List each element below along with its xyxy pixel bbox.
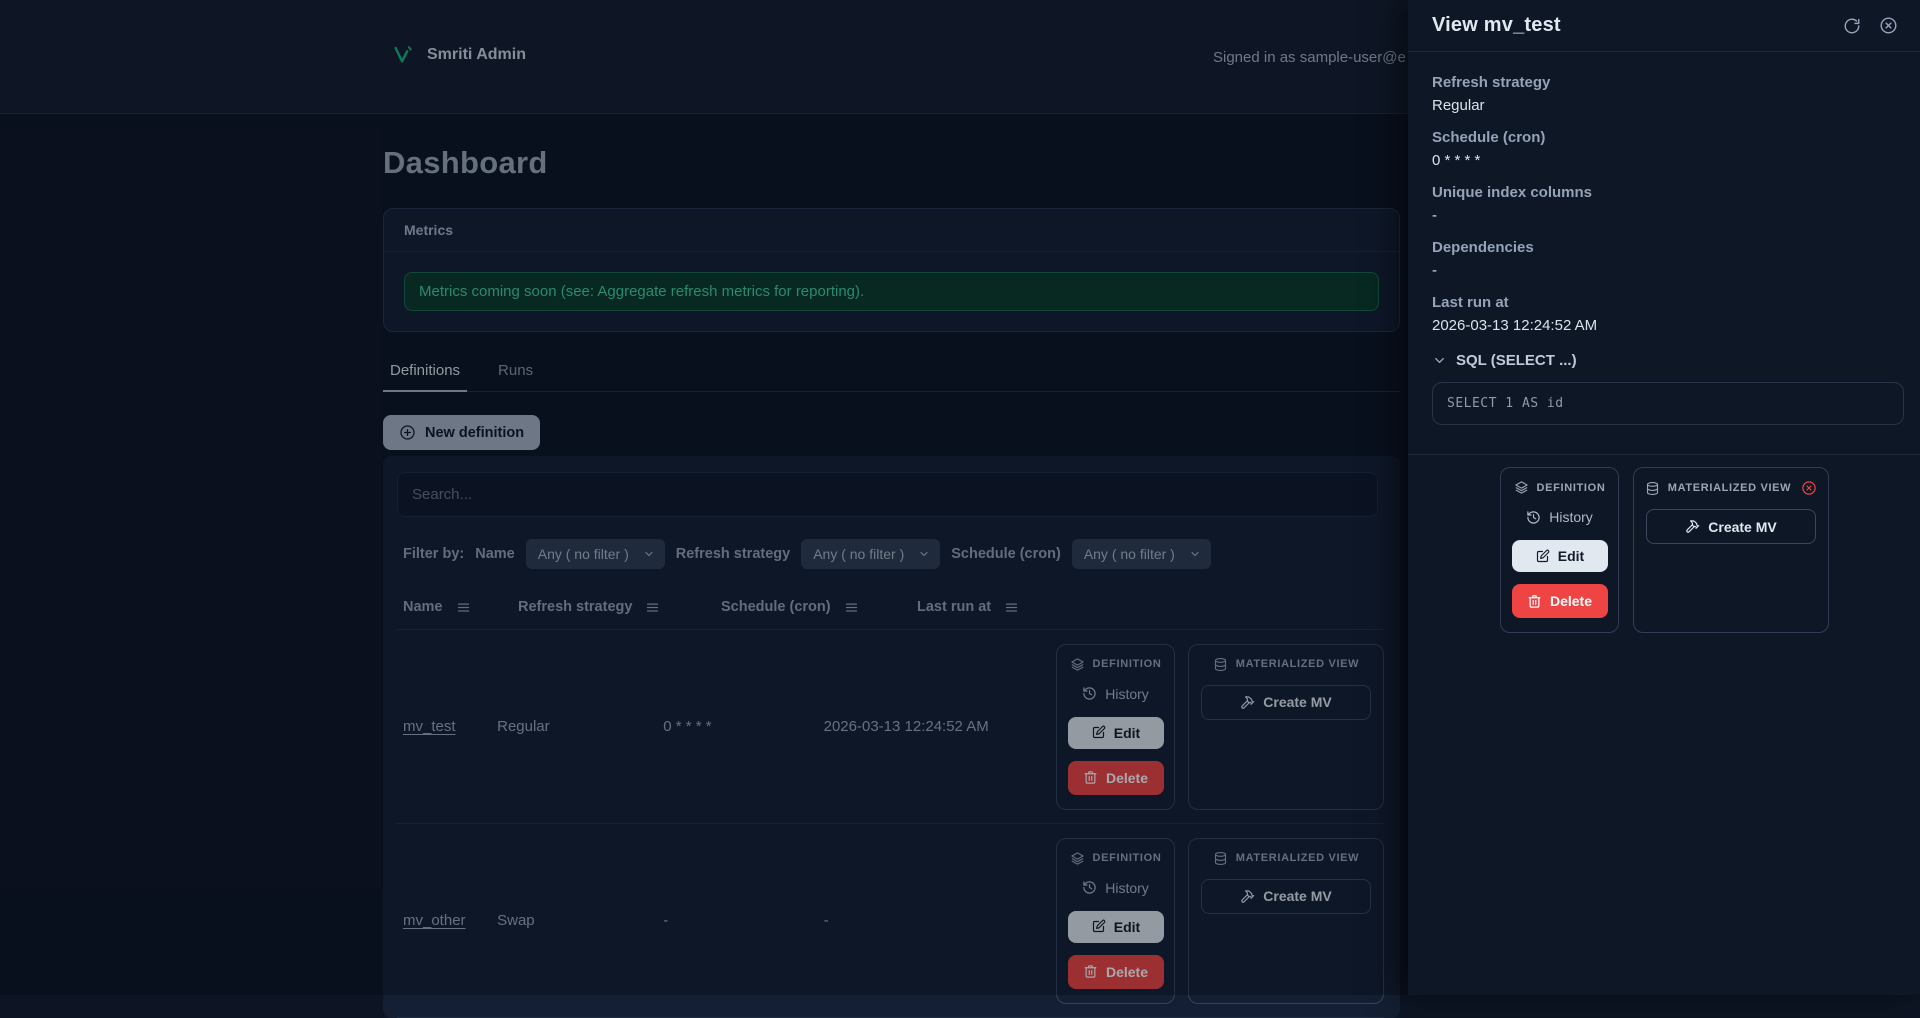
edit-icon — [1535, 549, 1550, 564]
chevron-down-icon — [1432, 353, 1447, 368]
close-icon — [1879, 16, 1898, 35]
trash-icon — [1527, 594, 1542, 609]
field-label-schedule: Schedule (cron) — [1432, 129, 1904, 146]
sql-code-box: SELECT 1 AS id — [1432, 382, 1904, 425]
sql-section-title: SQL (SELECT ...) — [1456, 352, 1577, 369]
field-value-last-run-at: 2026-03-13 12:24:52 AM — [1432, 317, 1904, 334]
close-drawer-button[interactable] — [1879, 16, 1898, 35]
history-label: History — [1549, 509, 1593, 525]
edit-button[interactable]: Edit — [1512, 540, 1608, 572]
materialized-view-card-title: MATERIALIZED VIEW — [1668, 482, 1791, 494]
refresh-icon — [1843, 17, 1861, 35]
sql-section-toggle[interactable]: SQL (SELECT ...) — [1432, 352, 1904, 369]
layers-icon — [1514, 480, 1529, 495]
definition-actions-card: DEFINITION History Edit Delete — [1500, 467, 1619, 633]
database-icon — [1645, 481, 1660, 496]
mv-missing-x-icon — [1801, 480, 1817, 496]
create-mv-label: Create MV — [1708, 519, 1776, 535]
history-button[interactable]: History — [1526, 509, 1593, 525]
field-label-last-run-at: Last run at — [1432, 294, 1904, 311]
field-value-schedule: 0 * * * * — [1432, 152, 1904, 169]
create-mv-button[interactable]: Create MV — [1646, 509, 1816, 544]
field-value-refresh-strategy: Regular — [1432, 97, 1904, 114]
refresh-button[interactable] — [1843, 17, 1861, 35]
delete-label: Delete — [1550, 593, 1592, 609]
edit-label: Edit — [1558, 548, 1584, 564]
field-value-unique-index-columns: - — [1432, 207, 1904, 224]
history-icon — [1526, 510, 1541, 525]
drawer-body: Refresh strategy Regular Schedule (cron)… — [1408, 52, 1920, 425]
definition-card-title: DEFINITION — [1537, 482, 1606, 494]
drawer-header: View mv_test — [1408, 0, 1920, 52]
field-label-unique-index-columns: Unique index columns — [1432, 184, 1904, 201]
field-label-dependencies: Dependencies — [1432, 239, 1904, 256]
field-value-dependencies: - — [1432, 262, 1904, 279]
drawer-title: View mv_test — [1432, 14, 1561, 37]
field-label-refresh-strategy: Refresh strategy — [1432, 74, 1904, 91]
hammer-icon — [1685, 519, 1700, 534]
drawer-actions: DEFINITION History Edit Delete MATERIALI… — [1408, 455, 1920, 633]
materialized-view-actions-card: MATERIALIZED VIEW Create MV — [1633, 467, 1829, 633]
view-definition-drawer: View mv_test Refresh strategy Regular Sc… — [1408, 0, 1920, 995]
sql-code: SELECT 1 AS id — [1447, 396, 1564, 411]
delete-button[interactable]: Delete — [1512, 584, 1608, 618]
